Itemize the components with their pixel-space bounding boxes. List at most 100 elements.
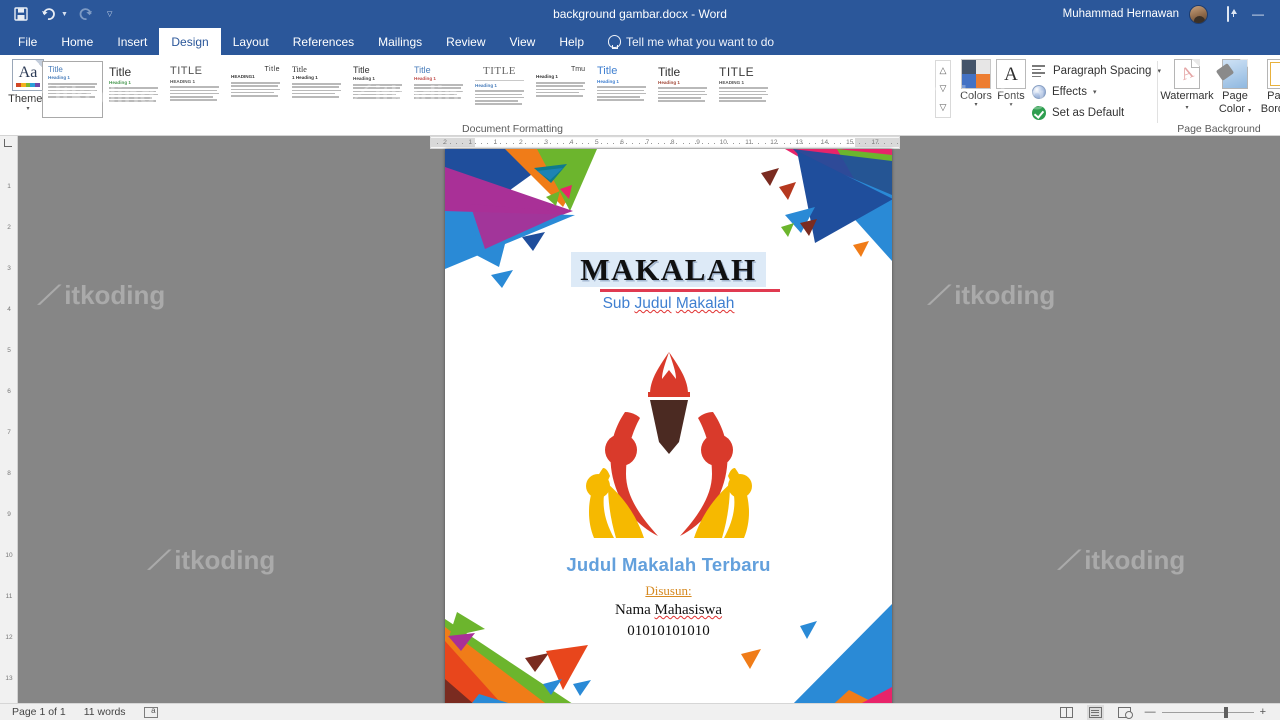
style-thumb-title: TITLE [482, 65, 517, 77]
style-thumb-heading: Heading 1 [658, 79, 680, 85]
gallery-more-icon[interactable]: ▽ [940, 103, 947, 112]
page-color-caret[interactable]: ▾ [1248, 108, 1251, 114]
ruler-tick-dot [878, 142, 879, 144]
fonts-button[interactable]: A Fonts ▾ [990, 59, 1032, 108]
gallery-scroll-down-icon[interactable]: ▽ [940, 84, 947, 93]
view-web-layout-button[interactable] [1116, 705, 1133, 720]
themes-caret[interactable]: ▾ [26, 105, 29, 112]
style-set-thumbnail[interactable]: Title Heading 1 [652, 61, 713, 118]
ruler-tick-dot [500, 142, 501, 144]
tab-help[interactable]: Help [547, 28, 596, 55]
page-borders-button[interactable]: PageBorders [1258, 59, 1280, 115]
style-set-thumbnail[interactable]: Title Heading 1 [103, 61, 164, 118]
tab-layout[interactable]: Layout [221, 28, 281, 55]
tab-mailings[interactable]: Mailings [366, 28, 434, 55]
zoom-out-button[interactable]: — [1145, 706, 1156, 718]
page-color-button[interactable]: Page Color ▾ [1212, 59, 1258, 115]
vruler-number: 5 [7, 347, 11, 354]
page-indicator[interactable]: Page 1 of 1 [12, 706, 66, 718]
gallery-scroll-buttons[interactable]: △ ▽ ▽ [935, 60, 951, 118]
style-set-thumbnail[interactable]: TITLE HEADING 1 [164, 61, 225, 118]
torch-with-people-logo[interactable] [574, 346, 764, 547]
gallery-scroll-up-icon[interactable]: △ [940, 65, 947, 75]
effects-caret[interactable]: ▾ [1093, 88, 1097, 96]
tab-references[interactable]: References [281, 28, 366, 55]
fonts-icon: A [996, 59, 1026, 89]
style-set-thumbnail[interactable]: Title HEADING1 [225, 61, 286, 118]
style-set-thumbnail[interactable]: Title Heading 1 [42, 61, 103, 118]
word-window: ▼ ▽ background gambar.docx - Word Muhamm… [0, 0, 1280, 720]
style-set-thumbnail[interactable]: Title Heading 1 [347, 61, 408, 118]
undo-dropdown-caret[interactable]: ▼ [61, 11, 68, 18]
tab-design[interactable]: Design [159, 28, 221, 55]
word-count[interactable]: 11 words [84, 706, 126, 718]
style-set-thumbnail[interactable]: TITLE HEADING 1 [713, 61, 774, 118]
tell-me-search[interactable]: Tell me what you want to do [596, 28, 786, 55]
disusun-label[interactable]: Disusun: [445, 583, 892, 599]
customize-qat-caret[interactable]: ▽ [107, 10, 112, 18]
zoom-track[interactable] [1161, 706, 1254, 718]
ruler-tick-dot [569, 142, 571, 144]
horizontal-ruler[interactable]: 2 1 1 2 3 4 5 6 7 8 9 10 11 12 13 14 15 17 [430, 136, 900, 149]
tab-stop-selector-icon[interactable] [4, 139, 12, 147]
tab-file[interactable]: File [6, 28, 49, 55]
style-set-thumbnail[interactable]: Title 1 Heading 1 [286, 61, 347, 118]
ruler-tick-dot [827, 142, 829, 144]
tab-review[interactable]: Review [434, 28, 497, 55]
colors-caret[interactable]: ▾ [974, 101, 977, 108]
proofing-errors-icon[interactable] [143, 706, 158, 718]
watermark-caret[interactable]: ▾ [1185, 104, 1188, 111]
ruler-tick-dot [890, 142, 892, 144]
ruler-tick-dot [821, 142, 823, 144]
zoom-knob[interactable] [1223, 706, 1228, 718]
view-print-layout-button[interactable] [1086, 704, 1104, 720]
style-set-gallery[interactable]: Title Heading 1 Title Heading 1 TITLE HEADING… [42, 61, 774, 118]
avatar[interactable] [1189, 4, 1208, 24]
ruler-tick-dot [600, 142, 602, 144]
vruler-number: 12 [5, 634, 13, 641]
ruler-tick-number: 6 [620, 139, 624, 146]
paragraph-spacing-button[interactable]: Paragraph Spacing ▾ [1032, 64, 1161, 78]
vruler-number: 6 [7, 388, 11, 395]
minimize-button[interactable]: — [1248, 7, 1268, 21]
redo-icon[interactable] [77, 5, 95, 23]
ribbon-display-options-icon[interactable] [1218, 6, 1238, 22]
document-page[interactable]: MAKALAH Sub Judul Makalah Judul Makalah … [445, 149, 892, 712]
style-set-thumbnail[interactable]: TITLE Heading 1 [469, 61, 530, 118]
style-set-thumbnail[interactable]: Title Heading 1 [408, 61, 469, 118]
style-thumb-body-lines [292, 83, 341, 98]
watermark-button[interactable]: A Watermark ▾ [1160, 59, 1214, 111]
view-read-mode-button[interactable] [1058, 705, 1075, 720]
effects-button[interactable]: Effects ▾ [1032, 85, 1096, 99]
style-set-thumbnail[interactable]: Tmu Heading 1 [530, 61, 591, 118]
ruler-tick-dot [720, 142, 722, 144]
style-set-thumbnail[interactable]: Title Heading 1 [591, 61, 652, 118]
student-name-text[interactable]: Nama Mahasiswa [445, 602, 892, 619]
ruler-tick-dot [613, 142, 615, 144]
tab-view[interactable]: View [498, 28, 548, 55]
ruler-tick-dot [512, 142, 514, 144]
title-bar: ▼ ▽ background gambar.docx - Word Muhamm… [0, 0, 1280, 28]
undo-icon[interactable] [39, 5, 57, 23]
set-as-default-button[interactable]: Set as Default [1032, 106, 1124, 120]
zoom-slider[interactable]: — + [1145, 706, 1266, 718]
ruler-tick-dot [644, 142, 646, 144]
page-color-icon [1215, 59, 1248, 89]
zoom-in-button[interactable]: + [1260, 706, 1266, 718]
ruler-tick-number: 8 [670, 139, 675, 146]
fonts-caret[interactable]: ▾ [1009, 101, 1012, 108]
group-label-page-background: Page Background [1177, 123, 1261, 135]
ruler-tick-dot [626, 142, 627, 144]
account-name[interactable]: Muhammad Hernawan [1063, 8, 1179, 20]
student-id-text[interactable]: 01010101010 [445, 623, 892, 640]
tab-insert[interactable]: Insert [105, 28, 159, 55]
save-icon[interactable] [12, 5, 30, 23]
main-heading-text[interactable]: Judul Makalah Terbaru [445, 554, 892, 576]
document-subtitle[interactable]: Sub Judul Makalah [445, 295, 892, 313]
ruler-tick-dot [449, 142, 451, 144]
ruler-tick-dot [695, 142, 697, 144]
style-thumb-body-lines [231, 82, 280, 97]
document-title-text[interactable]: MAKALAH [445, 252, 892, 288]
tab-home[interactable]: Home [49, 28, 105, 55]
vertical-ruler[interactable]: 1 2 3 4 5 6 7 8 9 10 11 12 13 [0, 136, 18, 703]
